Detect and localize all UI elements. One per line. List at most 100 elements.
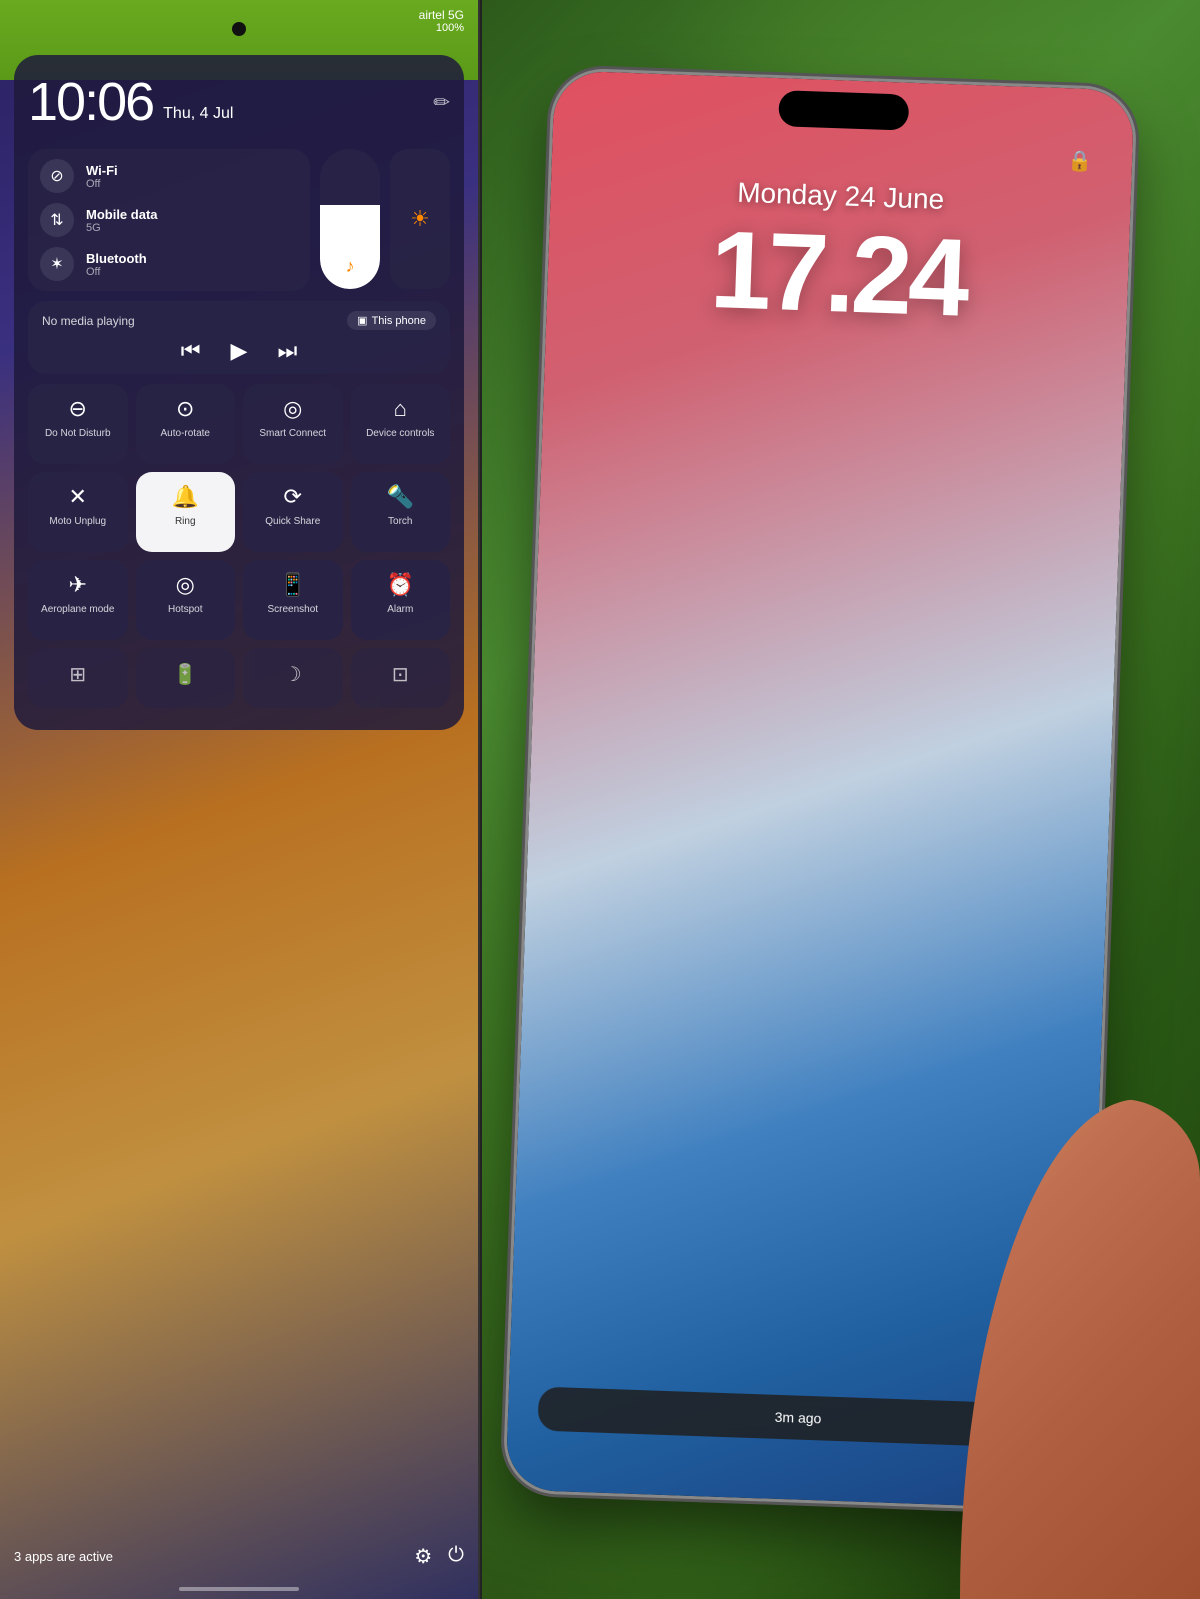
- camera-dot: [232, 22, 246, 36]
- bluetooth-item[interactable]: ✶ Bluetooth Off: [40, 247, 298, 281]
- mobile-item[interactable]: ⇅ Mobile data 5G: [40, 203, 298, 237]
- torch-tile[interactable]: 🔦 Torch: [351, 472, 451, 552]
- dynamic-island: [778, 90, 909, 131]
- torch-icon: 🔦: [387, 484, 414, 510]
- auto-brightness-icon: ☀: [410, 206, 430, 232]
- iphone-panel: 🔒 Monday 24 June 17.24 3m ago: [480, 0, 1200, 1599]
- device-controls-icon: ⌂: [394, 396, 407, 422]
- tile-partial-3[interactable]: ☽: [243, 648, 343, 708]
- quick-share-icon: ⟳: [284, 484, 302, 510]
- power-icon[interactable]: ⏻: [448, 1544, 464, 1569]
- edit-icon[interactable]: ✏: [433, 90, 450, 115]
- tile-partial-icon-3: ☽: [284, 662, 302, 687]
- media-device[interactable]: ▣ This phone: [347, 311, 436, 330]
- wifi-text: Wi-Fi Off: [86, 163, 118, 190]
- auto-rotate-label: Auto-rotate: [161, 428, 210, 439]
- media-top: No media playing ▣ This phone: [42, 311, 436, 330]
- network-list: ⊘ Wi-Fi Off ⇅ Mobile data 5G ✶: [28, 149, 310, 291]
- alarm-icon: ⏰: [387, 572, 414, 598]
- tile-partial-icon-4: ⊡: [392, 662, 409, 687]
- screenshot-icon: 📱: [279, 572, 306, 598]
- tile-partial-icon-1: ⊞: [69, 662, 86, 687]
- carrier-label: airtel 5G: [419, 8, 464, 22]
- alarm-tile[interactable]: ⏰ Alarm: [351, 560, 451, 640]
- lock-icon: 🔒: [1067, 148, 1093, 174]
- do-not-disturb-label: Do Not Disturb: [45, 428, 111, 439]
- bottom-bar: 3 apps are active ⚙ ⏻: [14, 1544, 464, 1569]
- wifi-sublabel: Off: [86, 178, 118, 190]
- quick-share-tile[interactable]: ⟳ Quick Share: [243, 472, 343, 552]
- android-panel: airtel 5G 100% 10:06 Thu, 4 Jul ✏ ⊘ Wi-F…: [0, 0, 480, 1599]
- tiles-row-1: ⊖ Do Not Disturb ⊙ Auto-rotate ◎ Smart C…: [28, 384, 450, 464]
- smart-connect-tile[interactable]: ◎ Smart Connect: [243, 384, 343, 464]
- tiles-row-2: ✕ Moto Unplug 🔔 Ring ⟳ Quick Share 🔦 Tor…: [28, 472, 450, 552]
- brightness-slider[interactable]: ♪: [320, 149, 380, 289]
- battery-label: 100%: [436, 22, 464, 34]
- bluetooth-icon: ✶: [40, 247, 74, 281]
- torch-label: Torch: [388, 516, 412, 527]
- smart-connect-icon: ◎: [283, 396, 302, 422]
- mobile-sublabel: 5G: [86, 222, 158, 234]
- quick-share-label: Quick Share: [265, 516, 320, 527]
- aeroplane-icon: ✈: [69, 572, 87, 598]
- aeroplane-label: Aeroplane mode: [41, 604, 114, 615]
- moto-unplug-label: Moto Unplug: [49, 516, 106, 527]
- mobile-text: Mobile data 5G: [86, 207, 158, 234]
- ring-icon: 🔔: [172, 484, 199, 510]
- clock-date: Thu, 4 Jul: [163, 105, 233, 133]
- play-button[interactable]: ▶: [231, 338, 248, 364]
- bluetooth-label: Bluetooth: [86, 251, 147, 266]
- aeroplane-tile[interactable]: ✈ Aeroplane mode: [28, 560, 128, 640]
- hotspot-tile[interactable]: ◎ Hotspot: [136, 560, 236, 640]
- auto-rotate-icon: ⊙: [176, 396, 194, 422]
- notification-text: 3m ago: [774, 1409, 821, 1427]
- active-apps-label: 3 apps are active: [14, 1549, 113, 1564]
- tiles-row-4: ⊞ 🔋 ☽ ⊡: [28, 648, 450, 708]
- tile-partial-1[interactable]: ⊞: [28, 648, 128, 708]
- hotspot-label: Hotspot: [168, 604, 202, 615]
- status-bar: airtel 5G 100%: [419, 8, 464, 34]
- media-controls: ⏮ ▶ ⏭: [42, 338, 436, 364]
- mobile-label: Mobile data: [86, 207, 158, 222]
- auto-brightness-tile[interactable]: ☀: [390, 149, 450, 289]
- home-indicator: [179, 1587, 299, 1591]
- auto-rotate-tile[interactable]: ⊙ Auto-rotate: [136, 384, 236, 464]
- smart-connect-label: Smart Connect: [259, 428, 326, 439]
- network-section: ⊘ Wi-Fi Off ⇅ Mobile data 5G ✶: [28, 149, 450, 291]
- iphone-time: 17.24: [546, 200, 1130, 347]
- screenshot-label: Screenshot: [267, 604, 318, 615]
- tiles-row-3: ✈ Aeroplane mode ◎ Hotspot 📱 Screenshot …: [28, 560, 450, 640]
- device-icon: ▣: [357, 314, 367, 327]
- do-not-disturb-icon: ⊖: [69, 396, 87, 422]
- prev-button[interactable]: ⏮: [181, 338, 201, 364]
- device-label: This phone: [372, 315, 426, 327]
- tile-partial-4[interactable]: ⊡: [351, 648, 451, 708]
- tile-partial-2[interactable]: 🔋: [136, 648, 236, 708]
- ring-label: Ring: [175, 516, 196, 527]
- moto-unplug-icon: ✕: [69, 484, 87, 510]
- do-not-disturb-tile[interactable]: ⊖ Do Not Disturb: [28, 384, 128, 464]
- screenshot-tile[interactable]: 📱 Screenshot: [243, 560, 343, 640]
- tile-partial-icon-2: 🔋: [173, 662, 198, 687]
- bottom-icons: ⚙ ⏻: [414, 1544, 464, 1569]
- wifi-icon: ⊘: [40, 159, 74, 193]
- clock-row: 10:06 Thu, 4 Jul ✏: [28, 71, 450, 133]
- no-media-label: No media playing: [42, 314, 135, 328]
- brightness-icon: ♪: [346, 256, 355, 277]
- wifi-item[interactable]: ⊘ Wi-Fi Off: [40, 159, 298, 193]
- hotspot-icon: ◎: [176, 572, 195, 598]
- bluetooth-sublabel: Off: [86, 266, 147, 278]
- ring-tile[interactable]: 🔔 Ring: [136, 472, 236, 552]
- media-player: No media playing ▣ This phone ⏮ ▶ ⏭: [28, 301, 450, 374]
- clock-time: 10:06: [28, 71, 153, 133]
- mobile-icon: ⇅: [40, 203, 74, 237]
- alarm-label: Alarm: [387, 604, 413, 615]
- moto-unplug-tile[interactable]: ✕ Moto Unplug: [28, 472, 128, 552]
- settings-icon[interactable]: ⚙: [414, 1544, 432, 1569]
- panel-separator: [480, 0, 482, 1599]
- device-controls-label: Device controls: [366, 428, 434, 439]
- quick-settings-panel: 10:06 Thu, 4 Jul ✏ ⊘ Wi-Fi Off ⇅: [14, 55, 464, 730]
- device-controls-tile[interactable]: ⌂ Device controls: [351, 384, 451, 464]
- next-button[interactable]: ⏭: [277, 338, 297, 364]
- wifi-label: Wi-Fi: [86, 163, 118, 178]
